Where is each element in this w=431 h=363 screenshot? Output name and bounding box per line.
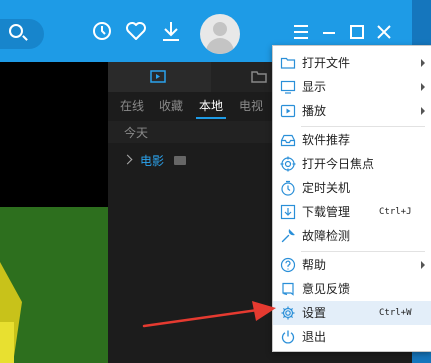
menu-item-label: 下载管理 (302, 205, 351, 219)
menu-separator (301, 126, 425, 127)
menu-item-play[interactable]: 播放 (273, 99, 431, 123)
menu-item-label: 意见反馈 (302, 282, 351, 296)
play-list-icon (150, 70, 166, 83)
annotation-arrow (142, 301, 276, 328)
menu-item-feedback[interactable]: 意见反馈 (273, 277, 431, 301)
wrench-icon (281, 229, 295, 243)
menu-item-settings[interactable]: 设置 Ctrl+W (273, 301, 431, 325)
submenu-arrow-icon (421, 83, 425, 91)
help-icon (280, 257, 296, 273)
minimize-icon[interactable] (319, 22, 339, 42)
feedback-icon (282, 282, 294, 296)
play-icon (280, 104, 296, 118)
clock-icon[interactable] (90, 19, 114, 43)
heart-icon[interactable] (124, 19, 148, 43)
download-icon (280, 204, 296, 220)
menu-item-label: 帮助 (302, 258, 327, 272)
menu-item-label: 退出 (302, 330, 327, 344)
gear-icon (281, 306, 295, 320)
chevron-right-icon[interactable] (122, 154, 133, 165)
download-icon[interactable] (159, 19, 183, 43)
menu-item-shortcut: Ctrl+J (379, 207, 412, 217)
menu-separator (301, 251, 425, 252)
menu-item-shortcut: Ctrl+W (379, 308, 412, 318)
subtab-online[interactable]: 在线 (120, 96, 144, 116)
menu-item-label: 显示 (302, 80, 327, 94)
monitor-icon (280, 80, 296, 94)
menu-item-help[interactable]: 帮助 (273, 253, 431, 277)
folder-icon[interactable] (251, 70, 267, 83)
menu-item-today-focus[interactable]: 打开今日焦点 (273, 152, 431, 176)
subtab-local[interactable]: 本地 (199, 96, 223, 116)
group-label: 今天 (124, 126, 149, 140)
menu-item-software-recommend[interactable]: 软件推荐 (273, 128, 431, 152)
menu-item-label: 打开今日焦点 (302, 157, 375, 171)
menu-item-label: 定时关机 (302, 181, 351, 195)
subtab-tv[interactable]: 电视 (239, 96, 263, 116)
menu-icon[interactable] (291, 22, 311, 42)
submenu-arrow-icon (421, 59, 425, 67)
folder-label: 电影 (140, 154, 165, 168)
main-menu: 打开文件 显示 播放 软件推荐 打开今日焦点 定时关机 下载管理 Ctrl+J … (272, 45, 431, 352)
menu-item-label: 打开文件 (302, 56, 351, 70)
inbox-icon (280, 134, 296, 147)
target-icon (280, 156, 296, 172)
video-area[interactable] (0, 62, 108, 363)
power-icon (281, 330, 295, 344)
active-tab-indicator (196, 117, 226, 119)
search-button[interactable] (0, 19, 44, 49)
submenu-arrow-icon (421, 107, 425, 115)
search-icon (9, 24, 23, 38)
close-icon[interactable] (374, 22, 394, 42)
timer-icon (281, 180, 295, 196)
menu-item-download-manager[interactable]: 下载管理 Ctrl+J (273, 200, 431, 224)
subtab-favorites[interactable]: 收藏 (159, 96, 183, 116)
maximize-icon[interactable] (347, 22, 367, 42)
menu-item-label: 播放 (302, 104, 327, 118)
menu-item-label: 故障检测 (302, 229, 351, 243)
menu-item-open-file[interactable]: 打开文件 (273, 51, 431, 75)
tab-playlist[interactable] (108, 62, 211, 92)
menu-item-label: 软件推荐 (302, 133, 351, 147)
folder-icon (174, 156, 186, 165)
menu-item-timed-shutdown[interactable]: 定时关机 (273, 176, 431, 200)
folder-icon (280, 57, 296, 69)
submenu-arrow-icon (421, 261, 425, 269)
menu-item-display[interactable]: 显示 (273, 75, 431, 99)
menu-item-label: 设置 (302, 306, 327, 320)
menu-item-exit[interactable]: 退出 (273, 325, 431, 349)
avatar[interactable] (200, 14, 240, 54)
menu-item-fault-detection[interactable]: 故障检测 (273, 224, 431, 248)
